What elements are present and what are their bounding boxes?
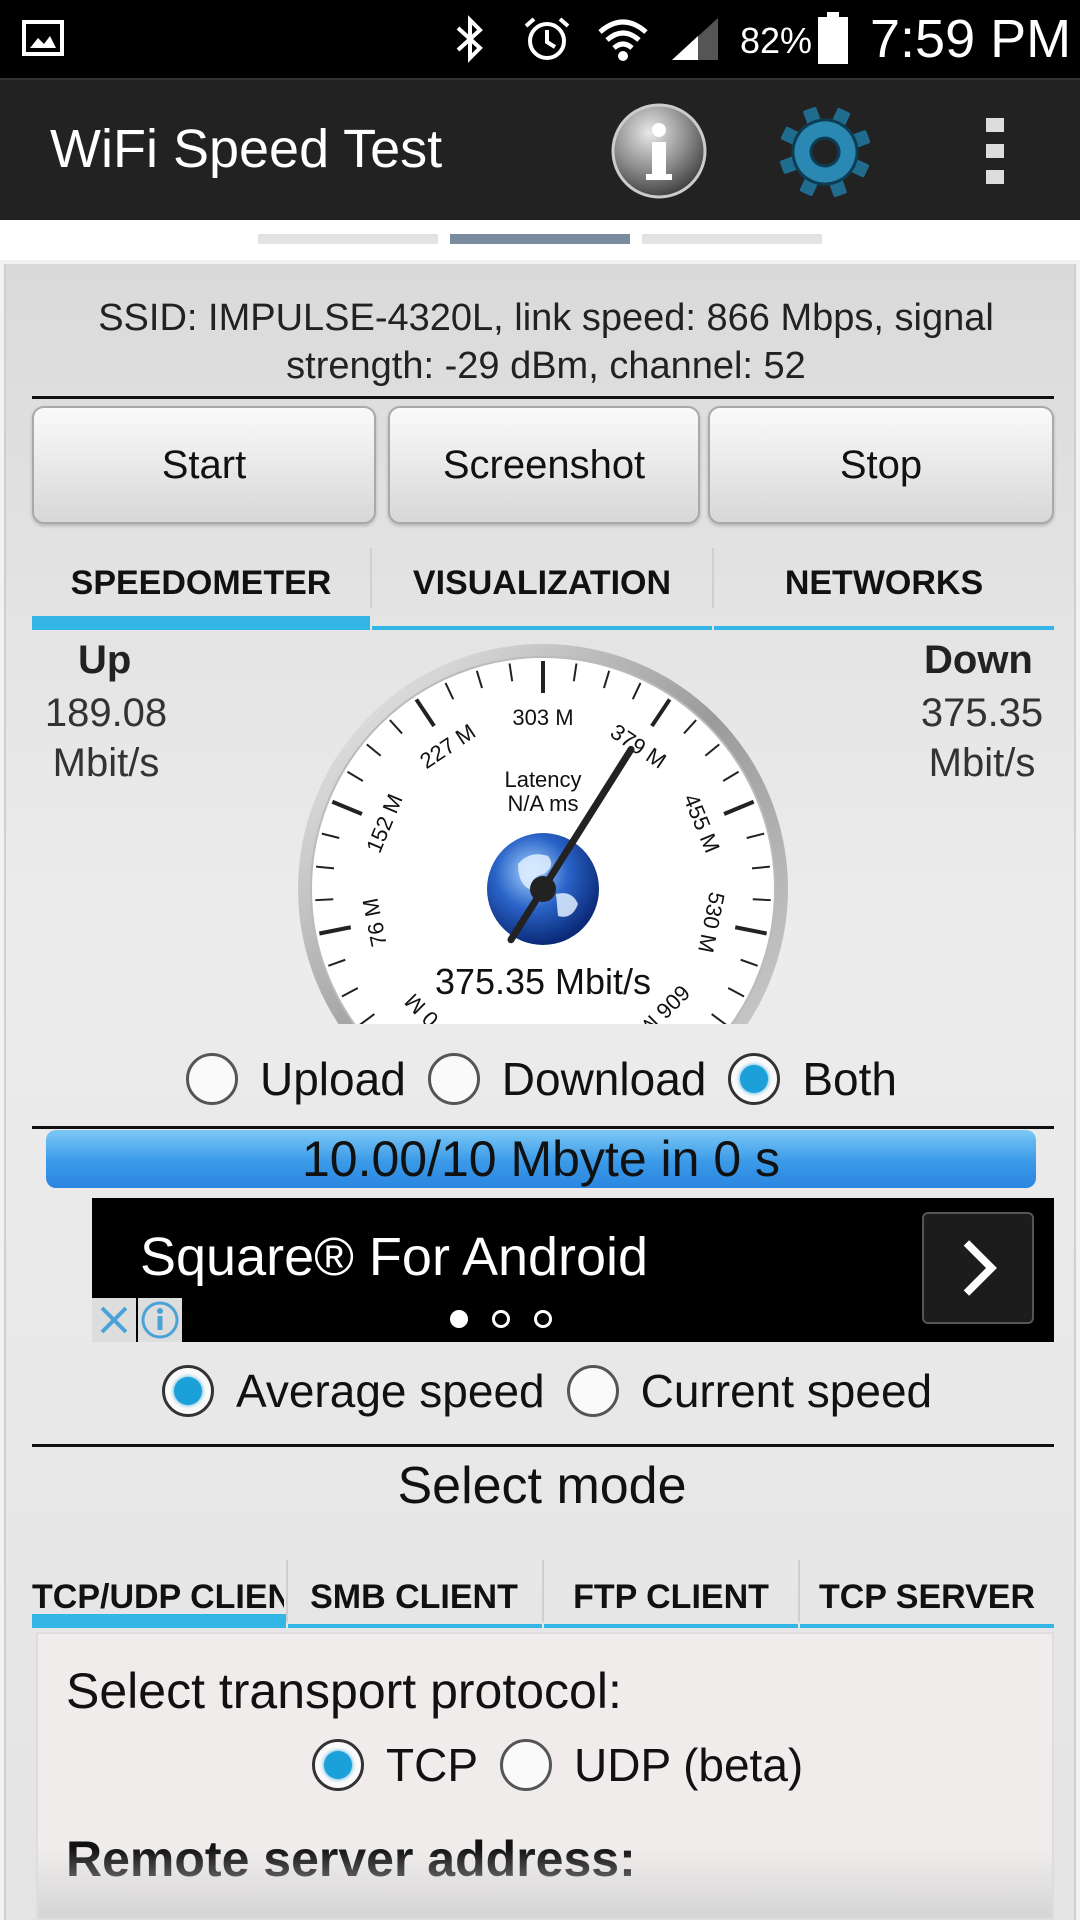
ad-dot xyxy=(534,1310,552,1328)
divider xyxy=(32,1126,1054,1129)
ad-title: Square® For Android xyxy=(140,1227,649,1287)
page-indicator-segment-active xyxy=(450,234,630,244)
mode-tab-indicator-active xyxy=(32,1614,286,1628)
download-radio[interactable] xyxy=(427,1053,480,1105)
gauge-minor-tick xyxy=(752,898,771,902)
wifi-icon xyxy=(598,19,648,61)
down-label: Down xyxy=(924,638,1033,682)
up-speed: 189.08 xyxy=(44,691,168,735)
stop-button[interactable]: Stop xyxy=(708,406,1054,524)
current-speed-radio[interactable] xyxy=(566,1365,619,1417)
down-unit: Mbit/s xyxy=(928,741,1036,785)
speedometer-gauge: 0 M76 M152 M227 M303 M379 M455 M530 M606… xyxy=(298,644,788,1024)
upload-radio[interactable] xyxy=(186,1053,238,1105)
down-value: 375.35 Mbit/s xyxy=(902,688,1062,788)
mode-tab-indicator xyxy=(800,1624,1054,1628)
scroll-fade xyxy=(38,1848,1052,1918)
ad-dot xyxy=(492,1310,510,1328)
tab-visualization[interactable]: VISUALIZATION xyxy=(372,536,712,630)
signal-icon xyxy=(672,18,718,60)
direction-radio-group: Upload Download Both xyxy=(186,1052,897,1106)
ad-carousel-dots xyxy=(450,1310,552,1328)
ad-info-icon[interactable] xyxy=(138,1298,182,1342)
latency-value: N/A ms xyxy=(508,791,579,816)
clock: 7:59 PM xyxy=(870,9,1072,69)
tcp-radio[interactable] xyxy=(312,1739,364,1791)
main-panel: SSID: IMPULSE-4320L, link speed: 866 Mbp… xyxy=(4,264,1076,1920)
status-bar: 82% 7:59 PM xyxy=(0,0,1080,78)
up-label: Up xyxy=(78,638,132,682)
tab-indicator-active xyxy=(32,616,370,630)
ad-banner[interactable]: Square® For Android xyxy=(92,1198,1054,1342)
app-title: WiFi Speed Test xyxy=(50,119,443,179)
progress-text: 10.00/10 Mbyte in 0 s xyxy=(301,1131,781,1187)
average-speed-label: Average speed xyxy=(236,1365,545,1417)
mode-tab-indicator xyxy=(544,1624,798,1628)
gauge-minor-tick xyxy=(315,898,334,902)
ad-arrow-button[interactable] xyxy=(922,1212,1034,1324)
page-indicator-segment xyxy=(258,234,438,244)
gauge-reading: 375.35 Mbit/s xyxy=(435,961,651,1002)
network-info: SSID: IMPULSE-4320L, link speed: 866 Mbp… xyxy=(98,297,994,387)
alarm-icon xyxy=(524,17,570,60)
divider xyxy=(32,396,1054,399)
gauge-scale-label: 303 M xyxy=(512,705,573,730)
upload-radio-label: Upload xyxy=(260,1053,406,1105)
gallery-icon xyxy=(22,20,64,56)
udp-radio-label: UDP (beta) xyxy=(574,1739,804,1791)
transport-protocol-panel: Select transport protocol: TCP UDP (beta… xyxy=(36,1632,1054,1920)
tab-indicator xyxy=(372,626,712,630)
info-icon[interactable] xyxy=(610,102,708,200)
page-indicator xyxy=(0,220,1080,260)
latency-label: Latency xyxy=(504,767,581,792)
gear-icon[interactable] xyxy=(775,102,875,202)
both-radio-label: Both xyxy=(802,1053,897,1105)
progress-bar: 10.00/10 Mbyte in 0 s xyxy=(46,1130,1036,1188)
current-speed-label: Current speed xyxy=(640,1365,933,1417)
download-radio-label: Download xyxy=(501,1053,707,1105)
down-speed: 375.35 xyxy=(920,691,1044,735)
udp-radio[interactable] xyxy=(500,1739,552,1791)
tab-networks[interactable]: NETWORKS xyxy=(714,536,1054,630)
transport-protocol-title: Select transport protocol: xyxy=(66,1663,622,1719)
needle-hub xyxy=(530,876,556,902)
action-bar: WiFi Speed Test xyxy=(0,78,1080,220)
divider xyxy=(32,1444,1054,1447)
mode-tab-indicator xyxy=(288,1624,542,1628)
select-mode-heading: Select mode xyxy=(397,1457,687,1515)
both-radio[interactable] xyxy=(728,1053,781,1105)
page-indicator-segment xyxy=(642,234,822,244)
battery-icon xyxy=(818,12,848,64)
start-button[interactable]: Start xyxy=(32,406,376,524)
protocol-radio-group: TCP UDP (beta) xyxy=(312,1738,803,1792)
screenshot-button[interactable]: Screenshot xyxy=(388,406,700,524)
average-speed-radio[interactable] xyxy=(162,1365,214,1417)
overflow-menu-icon[interactable] xyxy=(980,116,1010,186)
up-value: 189.08 Mbit/s xyxy=(26,688,186,788)
ad-close-icon[interactable] xyxy=(92,1298,136,1342)
speed-mode-radio-group: Average speed Current speed xyxy=(162,1364,932,1418)
up-unit: Mbit/s xyxy=(52,741,160,785)
battery-percent: 82% xyxy=(740,20,813,61)
tcp-radio-label: TCP xyxy=(386,1739,478,1791)
ad-dot-active xyxy=(450,1310,468,1328)
tab-indicator xyxy=(714,626,1054,630)
bluetooth-icon xyxy=(456,15,483,63)
